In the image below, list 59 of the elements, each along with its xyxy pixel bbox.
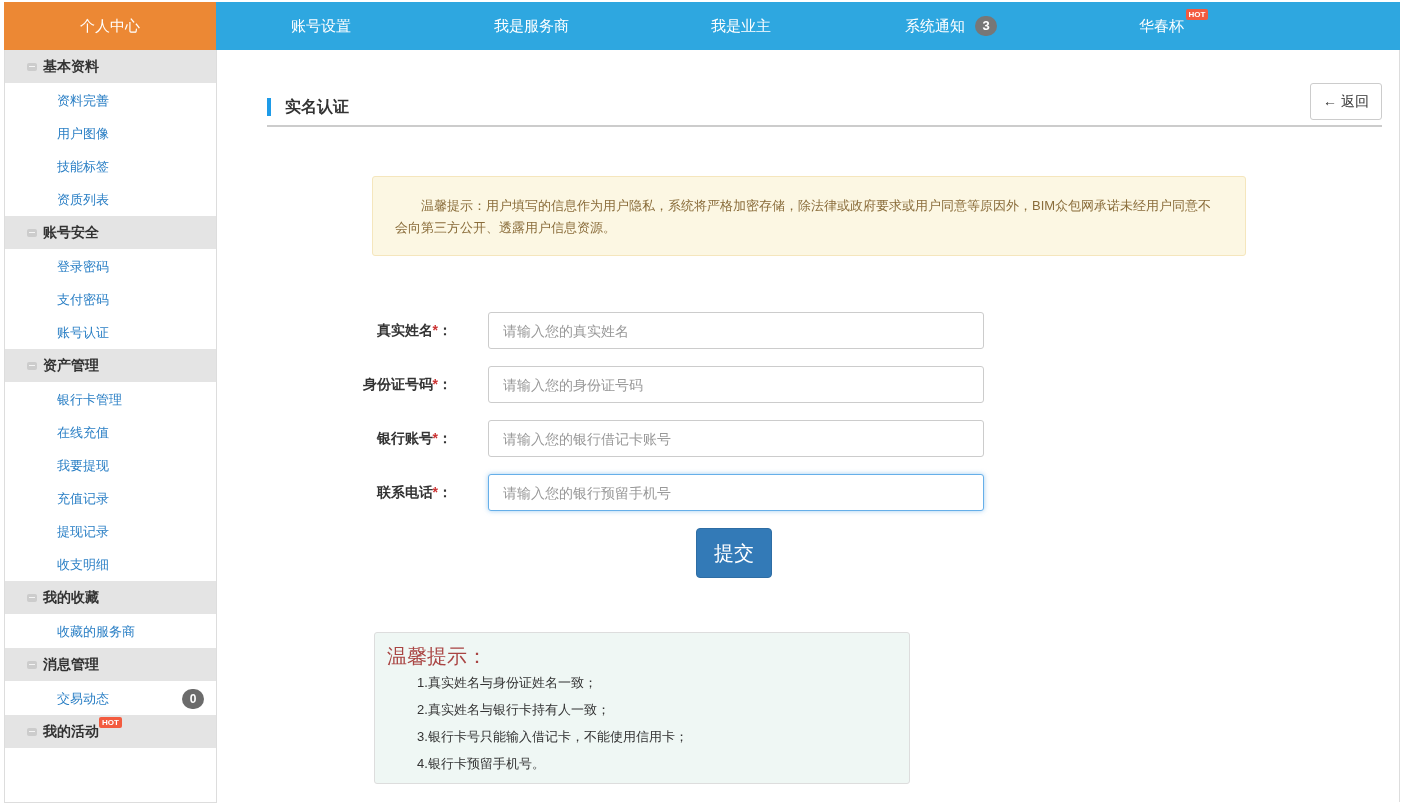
sidebar-group-header[interactable]: 我的收藏 xyxy=(5,581,216,615)
tip-item: 3.银行卡号只能输入借记卡，不能使用信用卡； xyxy=(416,728,689,746)
sidebar-group-header[interactable]: 资产管理 xyxy=(5,349,216,383)
sidebar-group-header[interactable]: 基本资料 xyxy=(5,50,216,84)
sidebar-link[interactable]: 收藏的服务商 xyxy=(57,622,204,641)
page-title: 实名认证 xyxy=(267,98,349,116)
nav-tab[interactable]: 华春杯 HOT xyxy=(1056,2,1266,50)
sidebar-link[interactable]: 账号认证 xyxy=(57,323,204,342)
group-title: 我的收藏 xyxy=(43,588,99,607)
input-field[interactable]: 请输入您的银行预留手机号 xyxy=(488,474,984,511)
nav-tab[interactable]: 我是业主 xyxy=(636,2,846,50)
nav-tab[interactable]: 个人中心 xyxy=(4,2,216,50)
sidebar-group-header[interactable]: 消息管理 xyxy=(5,648,216,682)
back-button[interactable]: ← 返回 xyxy=(1310,83,1382,120)
sidebar-link[interactable]: 技能标签 xyxy=(57,157,204,176)
sidebar-link[interactable]: 提现记录 xyxy=(57,522,204,541)
group-title: 消息管理 xyxy=(43,655,99,674)
nav-tab[interactable]: 账号设置 xyxy=(216,2,426,50)
tip-item: 4.银行卡预留手机号。 xyxy=(416,755,546,773)
privacy-notice: 温馨提示：用户填写的信息作为用户隐私，系统将严格加密存储，除法律或政府要求或用户同意等原因外，BIM众包网承诺未经用户同意不会向第三方公开、透露用户信息资源。 xyxy=(372,176,1246,256)
sidebar-link[interactable]: 充值记录 xyxy=(57,489,204,508)
input-field[interactable]: 请输入您的真实姓名 xyxy=(488,312,984,349)
sidebar-link[interactable]: 资料完善 xyxy=(57,91,204,110)
collapse-icon xyxy=(27,228,37,237)
sidebar-link[interactable]: 在线充值 xyxy=(57,423,204,442)
sidebar-group-header[interactable]: 账号安全 xyxy=(5,216,216,250)
sidebar-link[interactable]: 交易动态 xyxy=(57,689,182,708)
collapse-icon xyxy=(27,62,37,71)
collapse-icon xyxy=(27,593,37,602)
sidebar-link[interactable]: 银行卡管理 xyxy=(57,390,204,409)
submit-button[interactable]: 提交 xyxy=(696,528,772,578)
nav-tab[interactable]: 系统通知 3 xyxy=(846,2,1056,50)
sidebar-group-header[interactable]: 我的活动 HOT xyxy=(5,715,216,749)
group-title: 资产管理 xyxy=(43,356,99,375)
count-badge: 0 xyxy=(182,688,204,709)
tips-title: 温馨提示： xyxy=(387,644,488,669)
tip-item: 1.真实姓名与身份证姓名一致； xyxy=(416,674,598,692)
hot-tag: HOT xyxy=(1185,8,1209,20)
count-badge: 3 xyxy=(975,16,997,36)
sidebar-link[interactable]: 支付密码 xyxy=(57,290,204,309)
field-label: 真实姓名*： xyxy=(375,321,453,340)
field-label: 银行账号*： xyxy=(375,429,453,448)
input-field[interactable]: 请输入您的银行借记卡账号 xyxy=(488,420,984,457)
tip-item: 2.真实姓名与银行卡持有人一致； xyxy=(416,701,611,719)
nav-tab[interactable]: 我是服务商 xyxy=(426,2,636,50)
field-label: 身份证号码*： xyxy=(361,375,453,394)
input-field[interactable]: 请输入您的身份证号码 xyxy=(488,366,984,403)
sidebar-link[interactable]: 用户图像 xyxy=(57,124,204,143)
group-title: 基本资料 xyxy=(43,57,99,76)
sidebar-link[interactable]: 收支明细 xyxy=(57,555,204,574)
sidebar-link[interactable]: 登录密码 xyxy=(57,257,204,276)
group-title: 账号安全 xyxy=(43,223,99,242)
collapse-icon xyxy=(27,361,37,370)
field-label: 联系电话*： xyxy=(375,483,453,502)
sidebar-link[interactable]: 资质列表 xyxy=(57,190,204,209)
sidebar-link[interactable]: 我要提现 xyxy=(57,456,204,475)
collapse-icon xyxy=(27,727,37,736)
collapse-icon xyxy=(27,660,37,669)
hot-tag: HOT xyxy=(99,716,122,728)
